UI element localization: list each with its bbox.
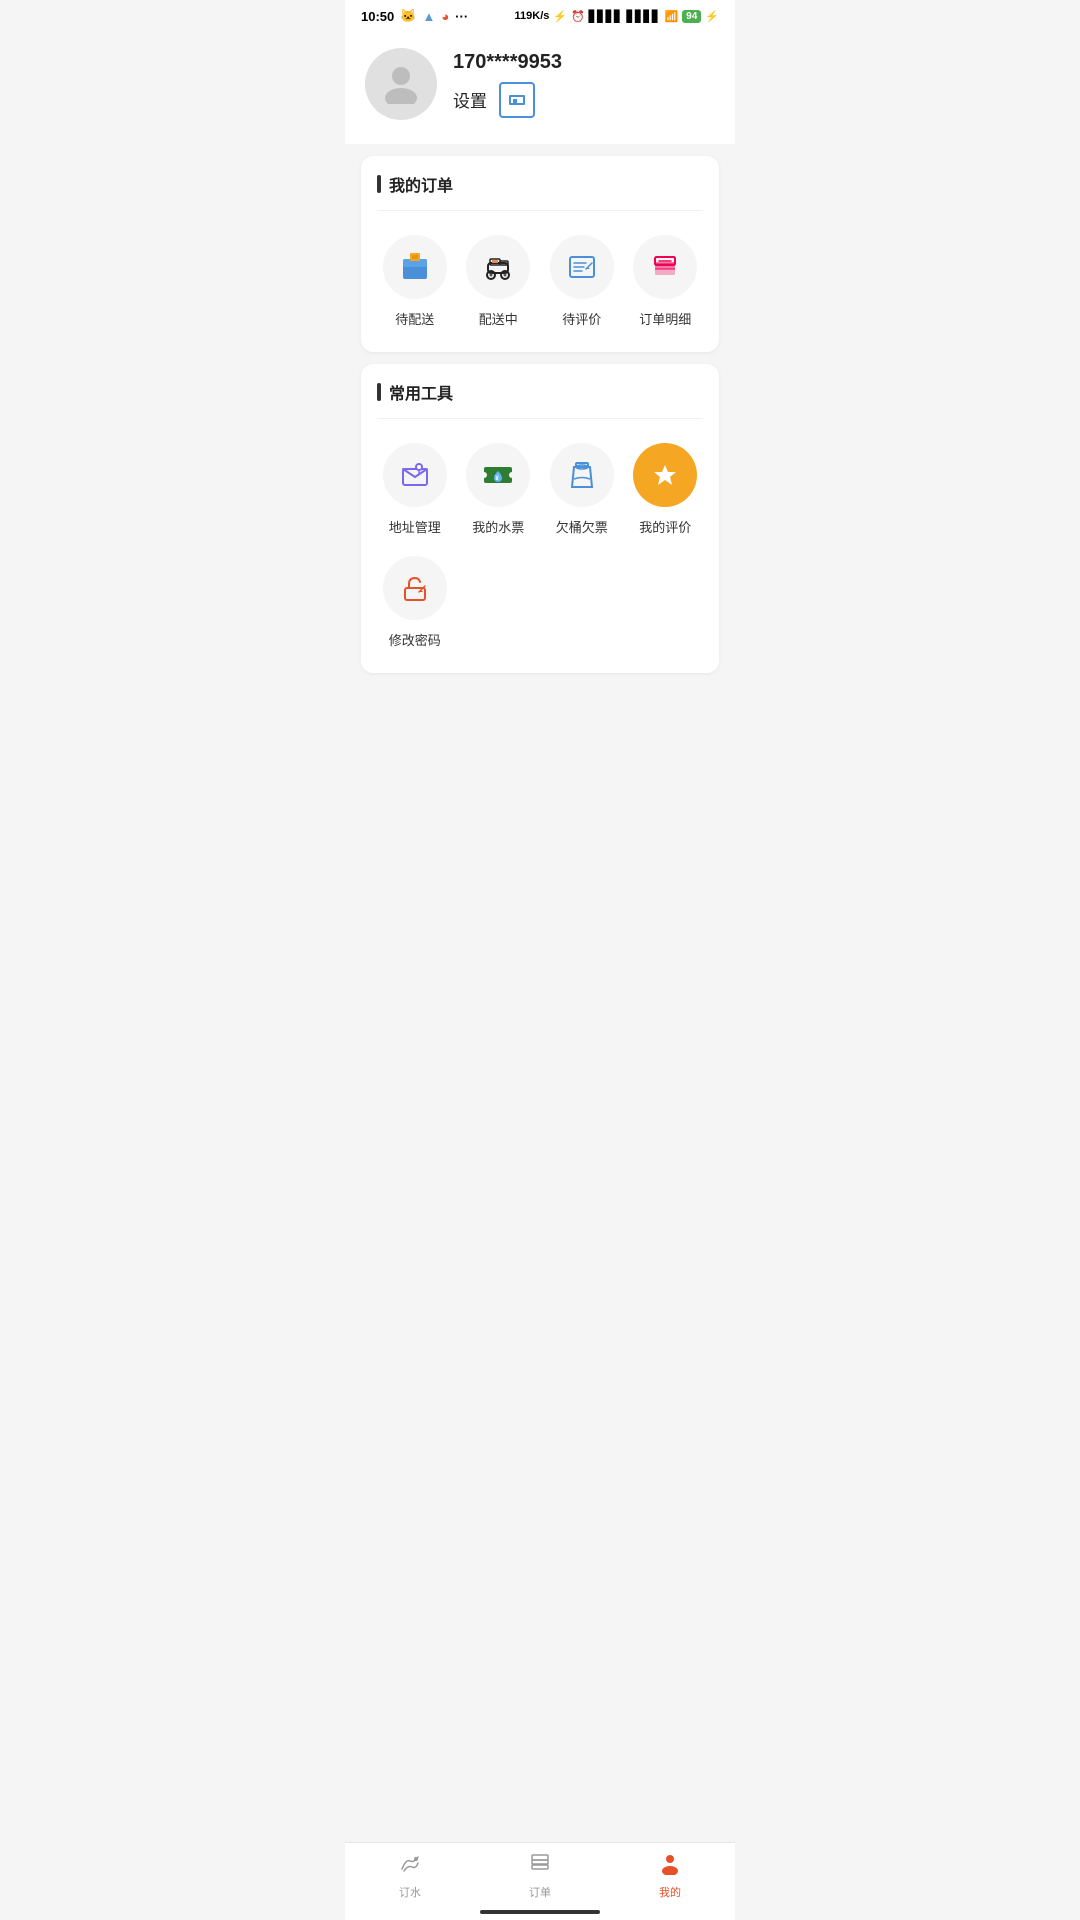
- app-icon: ◕: [441, 9, 449, 24]
- my-water-ticket-icon: ¥: [480, 457, 516, 493]
- my-orders-card: 我的订单 待配送: [361, 156, 719, 352]
- delivering-item[interactable]: 配送中: [461, 227, 537, 336]
- pending-review-item[interactable]: 待评价: [544, 227, 620, 336]
- my-review-item[interactable]: 我的评价: [628, 435, 704, 544]
- address-manage-label: 地址管理: [389, 517, 441, 536]
- delivering-icon-circle: [466, 235, 530, 299]
- more-icon: ···: [455, 9, 468, 24]
- settings-link[interactable]: 设置: [453, 87, 487, 112]
- pending-delivery-icon-circle: [383, 235, 447, 299]
- nav-mine[interactable]: 我的: [640, 1851, 700, 1900]
- delivering-icon: [480, 249, 516, 285]
- signal-icon2: ▋▋▋▋: [627, 10, 661, 23]
- nav-order-water-label: 订水: [399, 1884, 421, 1900]
- title-bar-icon: [377, 175, 381, 193]
- change-password-icon-circle: [383, 556, 447, 620]
- my-review-icon-circle: [633, 443, 697, 507]
- qr-inner-icon: [509, 95, 525, 105]
- emoji-icon: 🐱: [400, 8, 416, 24]
- title-bar-icon2: [377, 383, 381, 401]
- notification-icon: ▲: [422, 9, 435, 24]
- pending-delivery-label: 待配送: [395, 309, 434, 328]
- my-water-ticket-label: 我的水票: [472, 517, 524, 536]
- qr-scanner-button[interactable]: [499, 82, 535, 118]
- nav-orders-label: 订单: [529, 1884, 551, 1900]
- profile-info: 170****9953 设置: [453, 51, 562, 118]
- my-orders-title: 我的订单: [377, 172, 703, 211]
- order-detail-icon: [647, 249, 683, 285]
- owe-bucket-icon-circle: [550, 443, 614, 507]
- my-water-ticket-item[interactable]: ¥ 我的水票: [461, 435, 537, 544]
- battery-indicator: 94: [682, 10, 701, 23]
- common-tools-card: 常用工具 地址管理: [361, 364, 719, 673]
- pending-delivery-item[interactable]: 待配送: [377, 227, 453, 336]
- nav-order-water[interactable]: 订水: [380, 1851, 440, 1900]
- tools-grid: 地址管理 ¥ 我的水票: [377, 435, 703, 544]
- alarm-icon: ⏰: [571, 10, 585, 23]
- my-review-icon: [647, 457, 683, 493]
- address-manage-icon: [397, 457, 433, 493]
- nav-orders[interactable]: 订单: [510, 1851, 570, 1900]
- order-water-icon: [398, 1851, 422, 1880]
- orders-grid: 待配送: [377, 227, 703, 336]
- change-password-label: 修改密码: [389, 630, 441, 649]
- my-review-label: 我的评价: [639, 517, 691, 536]
- avatar-icon: [379, 60, 423, 104]
- owe-bucket-label: 欠桶欠票: [556, 517, 608, 536]
- owe-bucket-icon: [564, 457, 600, 493]
- bottom-nav: 订水 订单 我的: [345, 1842, 735, 1920]
- bluetooth-icon: ⚡: [553, 10, 567, 23]
- common-tools-title: 常用工具: [377, 380, 703, 419]
- nav-mine-label: 我的: [659, 1884, 681, 1900]
- my-water-ticket-icon-circle: ¥: [466, 443, 530, 507]
- home-indicator: [480, 1910, 600, 1914]
- pending-review-label: 待评价: [562, 309, 601, 328]
- order-detail-label: 订单明细: [639, 309, 691, 328]
- order-detail-item[interactable]: 订单明细: [628, 227, 704, 336]
- pending-review-icon: [564, 249, 600, 285]
- address-manage-item[interactable]: 地址管理: [377, 435, 453, 544]
- delivering-label: 配送中: [479, 309, 518, 328]
- network-speed: 119K/s: [515, 10, 550, 22]
- wifi-icon: 📶: [664, 10, 678, 23]
- change-password-icon: [397, 570, 433, 606]
- signal-icon1: ▋▋▋▋: [589, 10, 623, 23]
- status-bar: 10:50 🐱 ▲ ◕ ··· 119K/s ⚡ ⏰ ▋▋▋▋ ▋▋▋▋ 📶 9…: [345, 0, 735, 28]
- phone-number: 170****9953: [453, 51, 562, 74]
- owe-bucket-item[interactable]: 欠桶欠票: [544, 435, 620, 544]
- mine-icon: [658, 1851, 682, 1880]
- time: 10:50: [361, 9, 394, 24]
- order-detail-icon-circle: [633, 235, 697, 299]
- pending-delivery-icon: [397, 249, 433, 285]
- charging-icon: ⚡: [705, 10, 719, 23]
- avatar[interactable]: [365, 48, 437, 120]
- pending-review-icon-circle: [550, 235, 614, 299]
- profile-section: 170****9953 设置: [345, 28, 735, 144]
- change-password-item[interactable]: 修改密码: [377, 548, 453, 657]
- address-manage-icon-circle: [383, 443, 447, 507]
- orders-icon: [528, 1851, 552, 1880]
